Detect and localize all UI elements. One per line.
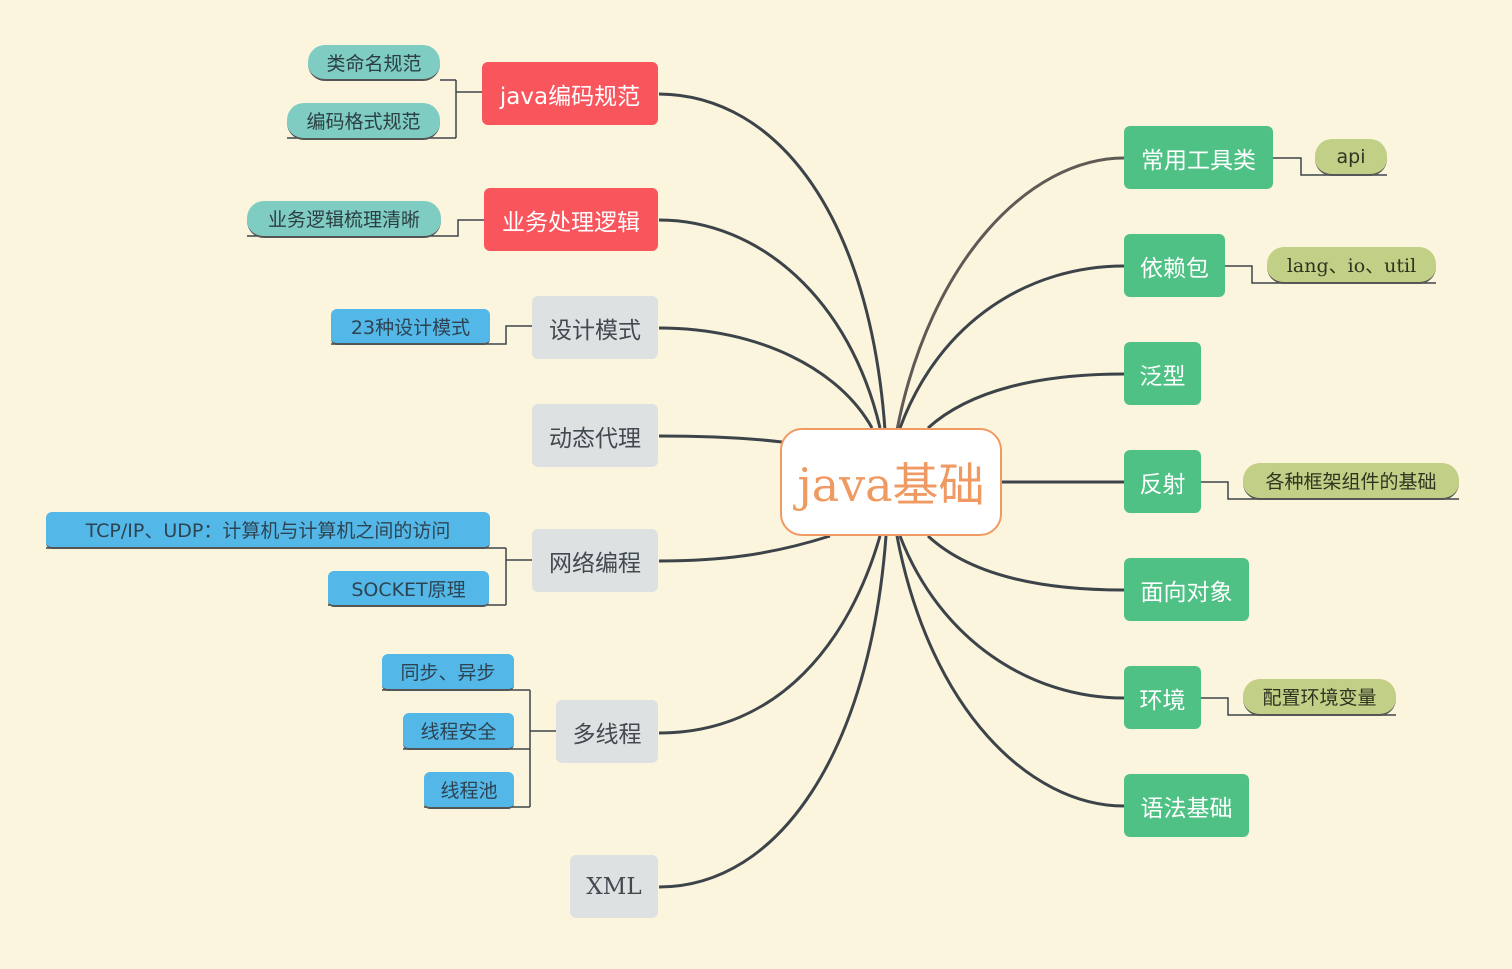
branch-common-tools[interactable]: 常用工具类 <box>1124 126 1273 189</box>
link-root-environment <box>898 535 1125 700</box>
branch-dynamic-proxy[interactable]: 动态代理 <box>532 404 658 467</box>
link-root-java-coding <box>658 92 887 431</box>
branch-java-coding-standards[interactable]: java编码规范 <box>482 62 658 125</box>
branch-design-patterns[interactable]: 设计模式 <box>532 296 658 359</box>
link-root-multithread <box>658 535 882 735</box>
branch-oop[interactable]: 面向对象 <box>1124 558 1249 621</box>
branch-network-programming[interactable]: 网络编程 <box>532 529 658 592</box>
sub-tcp-udp[interactable]: TCP/IP、UDP：计算机与计算机之间的访问 <box>46 512 490 549</box>
sub-lang-io-util[interactable]: lang、io、util <box>1267 247 1436 284</box>
sub-api[interactable]: api <box>1315 139 1387 176</box>
branch-business-logic[interactable]: 业务处理逻辑 <box>484 188 658 251</box>
sub-env-variables[interactable]: 配置环境变量 <box>1243 679 1396 716</box>
root-node[interactable]: java基础 <box>780 428 1002 536</box>
sub-thread-pool[interactable]: 线程池 <box>424 772 514 809</box>
sub-sync-async[interactable]: 同步、异步 <box>382 654 514 691</box>
branch-dependencies[interactable]: 依赖包 <box>1124 234 1225 297</box>
branch-environment[interactable]: 环境 <box>1124 666 1201 729</box>
link-root-xml <box>658 535 888 889</box>
link-root-dynamic-proxy <box>658 434 783 444</box>
branch-multithreading[interactable]: 多线程 <box>556 700 658 763</box>
sub-thread-safety[interactable]: 线程安全 <box>403 713 514 750</box>
mind-map-canvas: java基础 java编码规范 业务处理逻辑 设计模式 动态代理 网络编程 多线… <box>0 0 1512 969</box>
sub-framework-foundation[interactable]: 各种框架组件的基础 <box>1243 463 1459 500</box>
branch-xml[interactable]: XML <box>570 855 658 918</box>
branch-reflection[interactable]: 反射 <box>1124 450 1201 513</box>
sub-class-naming[interactable]: 类命名规范 <box>308 45 440 81</box>
sub-code-format[interactable]: 编码格式规范 <box>287 103 440 140</box>
sub-23-patterns[interactable]: 23种设计模式 <box>331 309 490 345</box>
sub-logic-clarity[interactable]: 业务逻辑梳理清晰 <box>247 201 441 238</box>
sub-socket[interactable]: SOCKET原理 <box>328 571 489 607</box>
link-root-network <box>658 534 831 563</box>
link-root-generics <box>926 372 1125 430</box>
link-root-design-patterns <box>658 326 874 429</box>
link-root-oop <box>926 534 1125 592</box>
branch-generics[interactable]: 泛型 <box>1124 342 1201 405</box>
branch-syntax-basics[interactable]: 语法基础 <box>1124 774 1249 837</box>
link-root-dependencies <box>898 264 1125 429</box>
